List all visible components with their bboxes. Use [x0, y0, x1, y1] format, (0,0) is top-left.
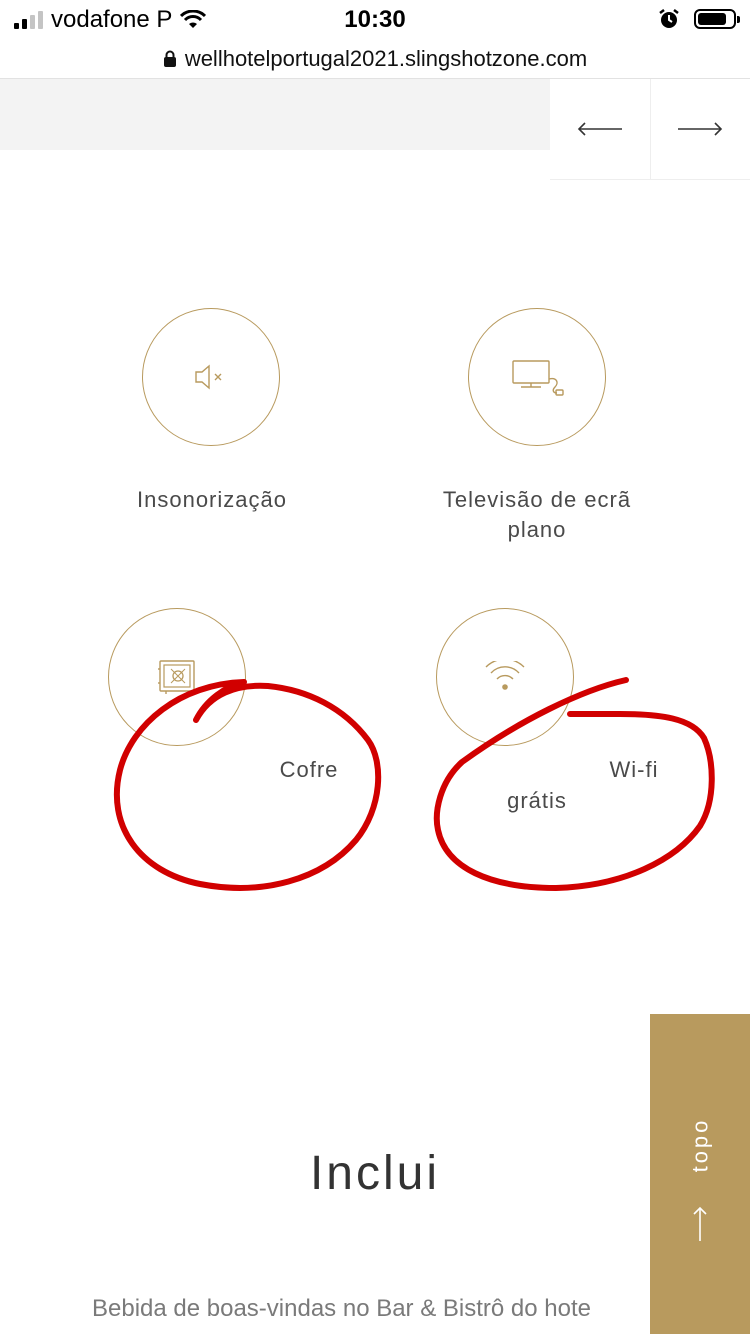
- url-bar[interactable]: wellhotelportugal2021.slingshotzone.com: [0, 40, 750, 79]
- included-item: Bebida de boas-vindas no Bar & Bistrô do…: [92, 1295, 591, 1322]
- wifi-circle: [436, 608, 574, 746]
- gallery-band: [0, 79, 550, 150]
- amenity-label-soundproofing: Insonorização: [137, 487, 287, 512]
- tv-circle: [468, 308, 606, 446]
- amenity-label-wifi: Wi-fi: [609, 757, 659, 782]
- next-button[interactable]: [649, 79, 750, 179]
- soundproofing-circle: [142, 308, 280, 446]
- arrow-left-icon: [577, 122, 622, 136]
- section-title: Inclui: [309, 1147, 441, 1200]
- url-text: wellhotelportugal2021.slingshotzone.com: [184, 46, 588, 71]
- safe-circle: [108, 608, 246, 746]
- alarm-icon: [659, 9, 679, 28]
- battery-icon: [694, 9, 740, 29]
- back-to-top-label-wrap: topo: [676, 1110, 724, 1180]
- muted-speaker-icon: [195, 364, 222, 390]
- clock: 10:30: [344, 6, 406, 33]
- gallery-nav: [550, 79, 750, 180]
- safe-icon: [158, 660, 195, 694]
- amenity-label-wifi-free: grátis: [507, 788, 567, 813]
- prev-button[interactable]: [550, 79, 650, 179]
- arrow-up-icon: [693, 1206, 707, 1241]
- lock-icon: [163, 50, 176, 67]
- amenity-label-tv: Televisão de ecrã plano: [442, 487, 632, 542]
- arrow-right-icon: [678, 122, 723, 136]
- status-bar: vodafone P 10:30: [0, 0, 750, 40]
- status-right: [658, 8, 740, 30]
- back-to-top-label: topo: [687, 1117, 713, 1173]
- wifi-icon: [485, 661, 525, 690]
- amenity-label-safe: Cofre: [279, 757, 339, 782]
- tv-icon: [512, 360, 564, 396]
